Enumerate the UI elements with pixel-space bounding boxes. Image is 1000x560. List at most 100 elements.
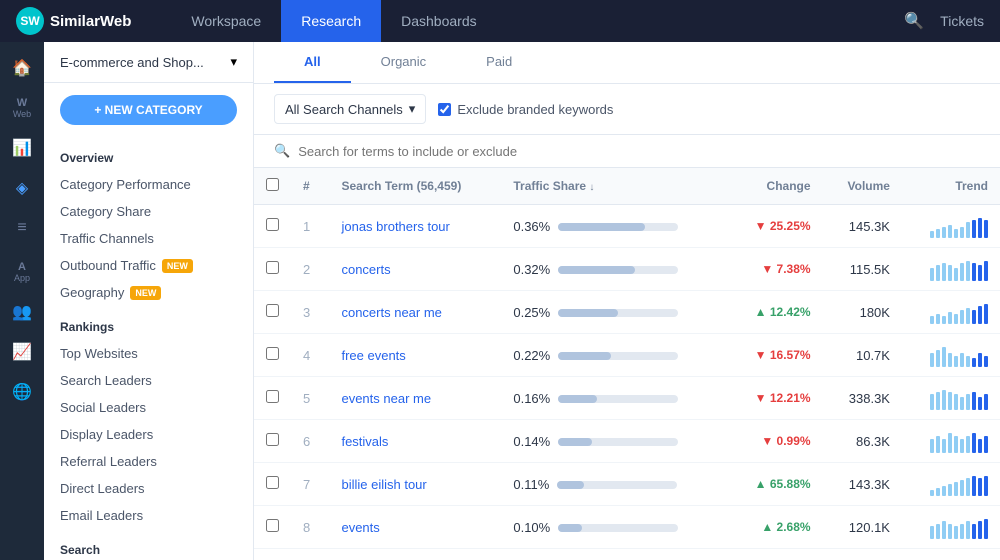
new-category-button[interactable]: + NEW CATEGORY (60, 95, 237, 125)
term-link[interactable]: concerts near me (341, 305, 441, 320)
header-search-term[interactable]: Search Term (56,459) (329, 168, 501, 205)
row-checkbox[interactable] (266, 218, 279, 231)
sidebar-icon-home[interactable]: 🏠 (4, 50, 40, 86)
trend-bar (948, 484, 952, 496)
sidebar-icon-app[interactable]: A App (4, 254, 40, 290)
sidebar-item-label: Outbound Traffic (60, 258, 156, 273)
sidebar-icon-trending[interactable]: 📈 (4, 334, 40, 370)
term-link[interactable]: events (341, 520, 379, 535)
row-trend (902, 420, 1000, 463)
sidebar-item-category-share[interactable]: Category Share (44, 198, 253, 225)
sidebar-item-label: Top Websites (60, 346, 138, 361)
trend-bar (954, 482, 958, 496)
trend-bar (966, 308, 970, 324)
term-link[interactable]: concerts (341, 262, 390, 277)
trend-bar (972, 392, 976, 410)
term-link[interactable]: billie eilish tour (341, 477, 426, 492)
header-volume[interactable]: Volume (823, 168, 902, 205)
traffic-bar-fill (558, 223, 644, 231)
tab-organic[interactable]: Organic (351, 42, 457, 83)
trend-bar (942, 390, 946, 410)
sidebar-item-direct-leaders[interactable]: Direct Leaders (44, 475, 253, 502)
row-term[interactable]: concerts (329, 248, 501, 291)
trend-bar (960, 480, 964, 496)
row-term[interactable]: billie eilish tour (329, 463, 501, 506)
traffic-bar-bg (558, 309, 678, 317)
row-term[interactable]: free events (329, 334, 501, 377)
tickets-button[interactable]: Tickets (940, 13, 984, 29)
traffic-bar-container (557, 481, 677, 489)
traffic-bar-bg (558, 395, 678, 403)
sidebar-item-label: Search Leaders (60, 373, 152, 388)
row-term[interactable]: jonas brothers tour (329, 205, 501, 248)
nav-dashboards[interactable]: Dashboards (381, 0, 497, 42)
tab-all[interactable]: All (274, 42, 351, 83)
row-checkbox[interactable] (266, 390, 279, 403)
trend-bar (966, 394, 970, 410)
sidebar-icon-web[interactable]: W Web (4, 90, 40, 126)
row-change: ▼ 16.57% (727, 334, 823, 377)
term-link[interactable]: festivals (341, 434, 388, 449)
table-row: 5events near me0.16%▼ 12.21%338.3K (254, 377, 1000, 420)
trend-bar (978, 306, 982, 324)
term-link[interactable]: jonas brothers tour (341, 219, 449, 234)
sidebar-item-top-websites[interactable]: Top Websites (44, 340, 253, 367)
row-checkbox[interactable] (266, 347, 279, 360)
row-term[interactable]: concerts near me (329, 291, 501, 334)
sidebar-item-outbound-traffic[interactable]: Outbound Traffic NEW (44, 252, 253, 279)
row-checkbox[interactable] (266, 261, 279, 274)
brand-name: SimilarWeb (50, 13, 131, 30)
sidebar-icon-users[interactable]: 👥 (4, 294, 40, 330)
sidebar-item-referral-leaders[interactable]: Referral Leaders (44, 448, 253, 475)
row-term[interactable]: festivals (329, 420, 501, 463)
trend-bar (960, 439, 964, 453)
search-nav-icon[interactable]: 🔍 (904, 11, 924, 31)
row-number: 1 (291, 205, 329, 248)
row-checkbox[interactable] (266, 304, 279, 317)
sidebar-item-social-leaders[interactable]: Social Leaders (44, 394, 253, 421)
search-input[interactable] (298, 144, 980, 159)
header-change[interactable]: Change (727, 168, 823, 205)
row-checkbox[interactable] (266, 519, 279, 532)
sidebar-item-search-leaders[interactable]: Search Leaders (44, 367, 253, 394)
row-number: 3 (291, 291, 329, 334)
term-link[interactable]: events near me (341, 391, 431, 406)
exclude-branded-checkbox[interactable] (438, 103, 451, 116)
keywords-table: # Search Term (56,459) Traffic Share ↓ C… (254, 168, 1000, 560)
trend-bar (930, 353, 934, 367)
trend-bar (936, 524, 940, 539)
table-header: # Search Term (56,459) Traffic Share ↓ C… (254, 168, 1000, 205)
trend-bar (984, 519, 988, 539)
traffic-share-value: 0.36% (513, 219, 550, 234)
row-checkbox[interactable] (266, 476, 279, 489)
trend-bar (984, 394, 988, 410)
row-term[interactable]: events (329, 506, 501, 549)
nav-research[interactable]: Research (281, 0, 381, 42)
traffic-bar-fill (558, 438, 592, 446)
sidebar-icon-list[interactable]: ≡ (4, 210, 40, 246)
sidebar-item-category-performance[interactable]: Category Performance (44, 171, 253, 198)
sidebar-item-geography[interactable]: Geography NEW (44, 279, 253, 306)
row-trend (902, 334, 1000, 377)
sidebar-icon-chart[interactable]: 📊 (4, 130, 40, 166)
trend-chart (914, 386, 988, 410)
sidebar-item-traffic-channels[interactable]: Traffic Channels (44, 225, 253, 252)
sidebar-icon-active[interactable]: ◈ (4, 170, 40, 206)
row-volume: 145.3K (823, 205, 902, 248)
exclude-branded-label[interactable]: Exclude branded keywords (438, 102, 613, 117)
sidebar-item-email-leaders[interactable]: Email Leaders (44, 502, 253, 529)
row-term[interactable]: events near me (329, 377, 501, 420)
sidebar-icon-globe[interactable]: 🌐 (4, 374, 40, 410)
row-term[interactable]: post malone tour (329, 549, 501, 560)
category-dropdown[interactable]: E-commerce and Shop... ▾ (44, 42, 253, 83)
term-link[interactable]: free events (341, 348, 405, 363)
nav-workspace[interactable]: Workspace (171, 0, 281, 42)
channel-dropdown[interactable]: All Search Channels ▾ (274, 94, 426, 124)
row-checkbox[interactable] (266, 433, 279, 446)
select-all-checkbox[interactable] (266, 178, 279, 191)
sidebar-item-display-leaders[interactable]: Display Leaders (44, 421, 253, 448)
trend-bar (948, 225, 952, 238)
tab-paid[interactable]: Paid (456, 42, 542, 83)
traffic-bar-fill (558, 309, 618, 317)
header-traffic-share[interactable]: Traffic Share ↓ (501, 168, 727, 205)
